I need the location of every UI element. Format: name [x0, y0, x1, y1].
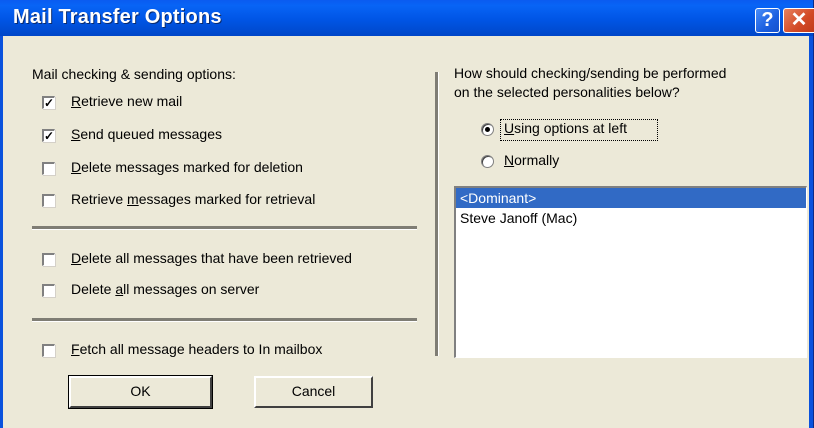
focus-rect — [500, 119, 658, 141]
ok-button[interactable]: OK — [68, 375, 213, 409]
option-label: Delete messages marked for deletion — [71, 159, 303, 175]
dialog-window: Mail Transfer Options ? ✕ Mail checking … — [0, 0, 814, 428]
option-label: Fetch all message headers to In mailbox — [71, 341, 323, 357]
checkbox-send-queued[interactable]: ✓ — [42, 129, 55, 142]
question-line-2: on the selected personalities below? — [454, 84, 680, 100]
close-button[interactable]: ✕ — [783, 8, 814, 33]
list-item[interactable]: Steve Janoff (Mac) — [456, 208, 806, 228]
radio-button[interactable] — [481, 123, 494, 136]
option-label: Retrieve new mail — [71, 93, 183, 109]
checkbox-retrieve-new-mail[interactable]: ✓ — [42, 96, 55, 109]
dialog-body: Mail checking & sending options: ✓ Retri… — [3, 36, 809, 428]
checkbox-retrieve-marked[interactable] — [42, 194, 55, 207]
question-line-1: How should checking/sending be performed — [454, 65, 727, 81]
personalities-listbox[interactable]: <Dominant> Steve Janoff (Mac) — [454, 186, 807, 358]
checkbox-fetch-headers[interactable] — [42, 344, 55, 357]
radio-dot — [485, 127, 490, 132]
checkbox-delete-all-server[interactable] — [42, 284, 55, 297]
vertical-separator — [435, 72, 439, 356]
checkbox-delete-retrieved[interactable] — [42, 253, 55, 266]
close-icon: ✕ — [790, 9, 808, 31]
help-button[interactable]: ? — [755, 8, 780, 33]
dialog-title: Mail Transfer Options — [13, 6, 222, 28]
option-label: Delete all messages that have been retri… — [71, 250, 352, 266]
option-label: Delete all messages on server — [71, 281, 260, 297]
separator — [32, 226, 417, 230]
option-label: Send queued messages — [71, 126, 223, 142]
separator — [32, 318, 417, 322]
option-label: Retrieve messages marked for retrieval — [71, 191, 316, 207]
radio-button[interactable] — [481, 155, 494, 168]
title-bar[interactable]: Mail Transfer Options ? ✕ — [0, 0, 814, 36]
cancel-button[interactable]: Cancel — [254, 376, 373, 408]
list-item[interactable]: <Dominant> — [456, 188, 806, 208]
checkbox-delete-marked[interactable] — [42, 162, 55, 175]
mail-options-group-label: Mail checking & sending options: — [32, 66, 236, 82]
radio-label: Normally — [504, 152, 560, 168]
